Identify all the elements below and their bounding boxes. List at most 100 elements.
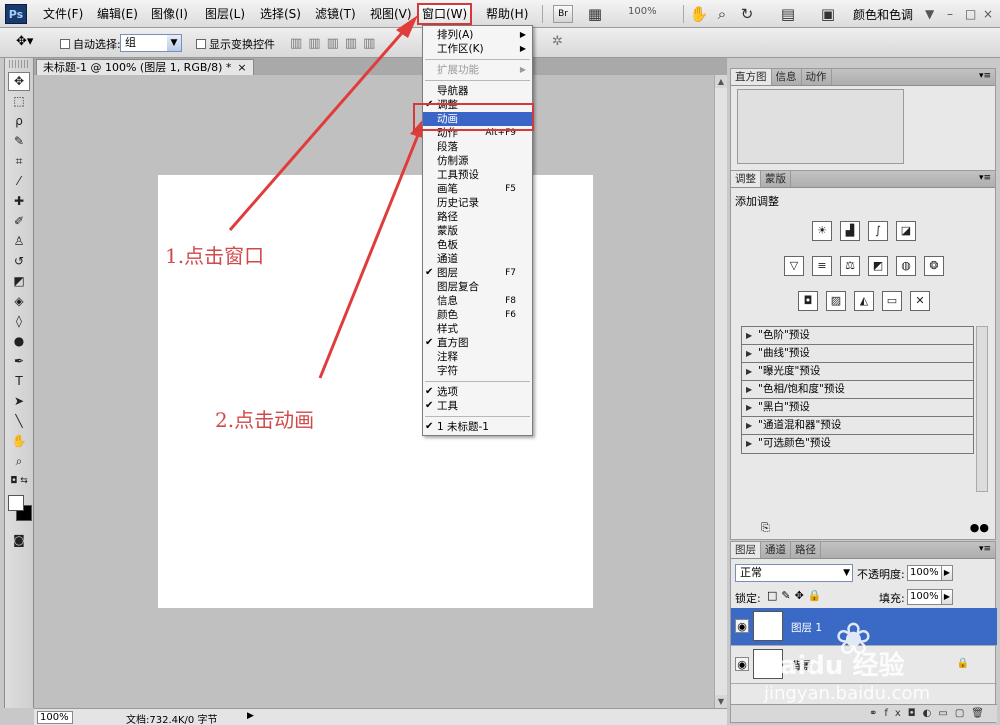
scroll-down-icon[interactable]: ▼ [715, 695, 727, 708]
tab-layers[interactable]: 图层 [731, 542, 761, 558]
menu-item-color[interactable]: 颜色 F6 [423, 308, 532, 322]
layer-row-layer1[interactable]: ◉ 图层 1 [731, 608, 997, 646]
paint-bucket-tool-icon[interactable]: ◈ [8, 292, 30, 311]
menu-item-tool-presets[interactable]: 工具预设 [423, 168, 532, 182]
menu-filter[interactable]: 滤镜(T) [315, 6, 356, 22]
brightness-icon[interactable]: ☀ [812, 221, 832, 241]
eraser-tool-icon[interactable]: ◩ [8, 272, 30, 291]
menu-item-styles[interactable]: 样式 [423, 322, 532, 336]
panel-menu-icon[interactable]: ▾≡ [979, 544, 991, 554]
photo-filter-icon[interactable]: ◍ [896, 256, 916, 276]
scroll-up-icon[interactable]: ▲ [715, 75, 727, 88]
pen-tool-icon[interactable]: ✒ [8, 352, 30, 371]
quick-select-tool-icon[interactable]: ✎ [8, 132, 30, 151]
zoom-tool-icon[interactable]: ⌕ [712, 4, 732, 24]
gradient-map-icon[interactable]: ▭ [882, 291, 902, 311]
move-tool-icon[interactable]: ✥ [8, 72, 30, 91]
close-icon[interactable]: × [237, 61, 246, 74]
menu-item-history[interactable]: 历史记录 [423, 196, 532, 210]
move-tool-icon[interactable]: ✥▾ [16, 34, 33, 49]
zoom-level[interactable]: 100% [628, 6, 657, 17]
levels-icon[interactable]: ▟ [840, 221, 860, 241]
menu-item-brushes[interactable]: 画笔 F5 [423, 182, 532, 196]
tab-paths[interactable]: 路径 [791, 542, 821, 558]
tab-info[interactable]: 信息 [772, 69, 802, 85]
workspace-dropdown-arrow[interactable]: ▼ [925, 7, 934, 21]
menu-item-options[interactable]: ✔ 选项 [423, 385, 532, 399]
line-tool-icon[interactable]: ╲ [8, 412, 30, 431]
menu-item-masks[interactable]: 蒙版 [423, 224, 532, 238]
preset-scrollbar[interactable] [976, 326, 988, 492]
menu-item-paragraph[interactable]: 段落 [423, 140, 532, 154]
hue-saturation-icon[interactable]: ≡ [812, 256, 832, 276]
adjustment-clip-icon[interactable]: ⎘ [761, 521, 770, 535]
document-tab[interactable]: 未标题-1 @ 100% (图层 1, RGB/8) * × [36, 59, 254, 75]
auto-select-dropdown[interactable]: 组 ▼ [120, 34, 182, 52]
preset-curves[interactable]: ▶ "曲线"预设 [742, 345, 973, 363]
status-zoom-field[interactable]: 100% [37, 711, 73, 724]
close-button[interactable]: × [983, 7, 993, 21]
tab-masks[interactable]: 蒙版 [761, 171, 791, 187]
layer-row-background[interactable]: ◉ 背景 🔒 [731, 646, 997, 684]
auto-align-icon[interactable]: ✲ [552, 34, 563, 49]
opacity-arrow-icon[interactable]: ▶ [941, 565, 953, 581]
path-select-tool-icon[interactable]: ➤ [8, 392, 30, 411]
menu-select[interactable]: 选择(S) [260, 6, 301, 22]
rotate-view-icon[interactable]: ↻ [737, 4, 757, 24]
menu-item-notes[interactable]: 注释 [423, 350, 532, 364]
toolbox-grip[interactable] [9, 60, 29, 68]
checkbox-icon[interactable] [60, 39, 70, 49]
menu-window[interactable]: 窗口(W) [417, 3, 473, 25]
preset-levels[interactable]: ▶ "色阶"预设 [742, 327, 973, 345]
bridge-button[interactable]: Br [553, 5, 573, 23]
menu-item-workspace[interactable]: 工作区(K) ▶ [423, 42, 532, 56]
status-menu-arrow[interactable]: ▶ [247, 711, 254, 721]
menu-item-character[interactable]: 字符 [423, 364, 532, 378]
blur-tool-icon[interactable]: ◊ [8, 312, 30, 331]
menu-item-open-document[interactable]: ✔ 1 未标题-1 [423, 420, 532, 434]
auto-select-checkbox[interactable]: 自动选择: [60, 36, 121, 52]
tab-actions[interactable]: 动作 [802, 69, 832, 85]
curves-icon[interactable]: ∫ [868, 221, 888, 241]
fill-input[interactable]: 100% [907, 589, 943, 605]
tab-histogram[interactable]: 直方图 [731, 69, 772, 85]
preset-black-white[interactable]: ▶ "黑白"预设 [742, 399, 973, 417]
channel-mixer-icon[interactable]: ❂ [924, 256, 944, 276]
menu-item-swatches[interactable]: 色板 [423, 238, 532, 252]
menu-item-histogram[interactable]: ✔ 直方图 [423, 336, 532, 350]
preset-channel-mixer[interactable]: ▶ "通道混和器"预设 [742, 417, 973, 435]
preset-selective-color[interactable]: ▶ "可选颜色"预设 [742, 435, 973, 453]
layers-footer-buttons[interactable]: ⚭fx◘◐▭▢🗑 [731, 704, 997, 722]
visibility-eye-icon[interactable]: ◉ [735, 619, 749, 633]
panel-menu-icon[interactable]: ▾≡ [979, 173, 991, 183]
menu-view[interactable]: 视图(V) [370, 6, 412, 22]
menu-layer[interactable]: 图层(L) [205, 6, 245, 22]
preset-hue-saturation[interactable]: ▶ "色相/饱和度"预设 [742, 381, 973, 399]
menu-item-layers[interactable]: ✔ 图层 F7 [423, 266, 532, 280]
menu-item-navigator[interactable]: 导航器 [423, 84, 532, 98]
color-balance-icon[interactable]: ⚖ [840, 256, 860, 276]
menu-item-channels[interactable]: 通道 [423, 252, 532, 266]
menu-item-arrange[interactable]: 排列(A) ▶ [423, 28, 532, 42]
visibility-eye-icon[interactable]: ◉ [735, 657, 749, 671]
swap-colors-icon[interactable]: ◘ ⇆ [8, 472, 30, 491]
type-tool-icon[interactable]: T [8, 372, 30, 391]
workspace-switcher[interactable]: 颜色和色调 [853, 6, 913, 23]
posterize-icon[interactable]: ▨ [826, 291, 846, 311]
menu-item-paths[interactable]: 路径 [423, 210, 532, 224]
hand-tool-icon[interactable]: ✋ [8, 432, 30, 451]
black-white-icon[interactable]: ◩ [868, 256, 888, 276]
vibrance-icon[interactable]: ▽ [784, 256, 804, 276]
lock-options-icons[interactable]: □✎✥🔒 [767, 589, 826, 602]
opacity-input[interactable]: 100% [907, 565, 943, 581]
eyedropper-tool-icon[interactable]: ⁄ [8, 172, 30, 191]
preset-exposure[interactable]: ▶ "曝光度"预设 [742, 363, 973, 381]
dodge-tool-icon[interactable]: ● [8, 332, 30, 351]
quick-mask-icon[interactable]: ◙ [8, 531, 30, 550]
invert-icon[interactable]: ◘ [798, 291, 818, 311]
selective-color-icon[interactable]: ✕ [910, 291, 930, 311]
fill-arrow-icon[interactable]: ▶ [941, 589, 953, 605]
view-extras-icon[interactable]: ▦ [585, 4, 605, 24]
panel-options-icon[interactable]: ●● [970, 521, 989, 534]
marquee-tool-icon[interactable]: ⬚ [8, 92, 30, 111]
